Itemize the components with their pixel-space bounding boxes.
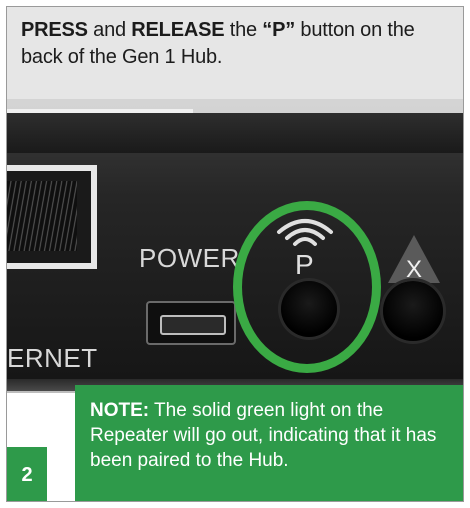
r-label: R [463,243,464,274]
release-word: RELEASE [131,19,225,41]
hub-photo: ERNET POWER P X R [7,99,463,393]
hub-device: ERNET POWER P X R [7,113,463,391]
instruction-card: PRESS and RELEASE the “P” button on the … [6,6,464,502]
ethernet-port [7,165,97,269]
ethernet-port-contacts [7,181,77,251]
note-box: NOTE: The solid green light on the Repea… [75,385,463,501]
step-number: 2 [7,447,47,501]
warning-triangle-icon: X [388,235,440,283]
ethernet-label: ERNET [7,343,98,373]
note-label: NOTE: [90,400,150,421]
instruction-text: the [224,19,263,41]
p-button-name: “P” [262,19,296,41]
power-label: POWER [139,243,240,273]
press-word: PRESS [21,19,88,41]
power-usb-port [146,301,236,345]
x-button[interactable] [383,281,443,341]
instruction-connector: and [87,19,132,41]
instruction-header: PRESS and RELEASE the “P” button on the … [7,7,463,99]
highlight-ring [233,201,381,373]
x-button-label: X [406,256,422,283]
hub-top-surface [7,113,463,153]
